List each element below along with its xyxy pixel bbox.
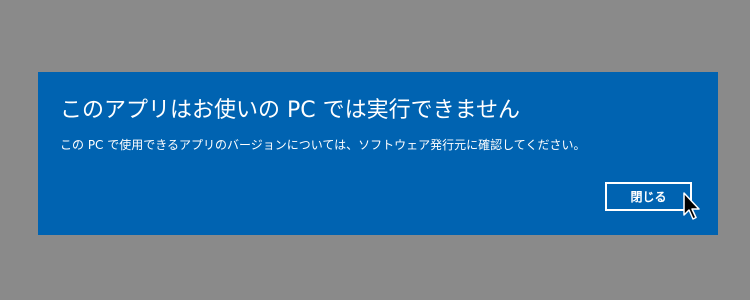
dialog-title: このアプリはお使いの PC では実行できません xyxy=(60,98,520,123)
error-dialog: このアプリはお使いの PC では実行できません この PC で使用できるアプリの… xyxy=(38,72,718,235)
screen-backdrop: このアプリはお使いの PC では実行できません この PC で使用できるアプリの… xyxy=(0,0,750,300)
dialog-message: この PC で使用できるアプリのバージョンについては、ソフトウェア発行元に確認し… xyxy=(60,138,586,152)
close-button[interactable]: 閉じる xyxy=(605,182,692,211)
